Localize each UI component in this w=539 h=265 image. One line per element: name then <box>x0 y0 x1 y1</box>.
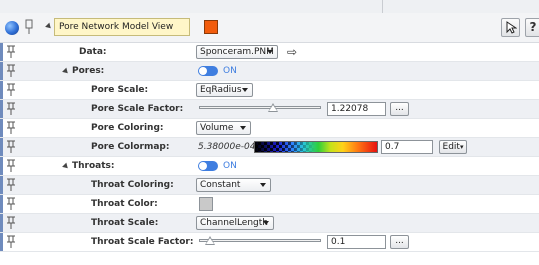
row-pore-scale-factor: Pore Scale Factor: 1.22078 ... <box>0 100 539 119</box>
row-gutter <box>0 43 3 61</box>
pin-icon[interactable] <box>6 235 16 249</box>
throat-scale-factor-slider-thumb[interactable] <box>205 236 215 245</box>
pore-scale-factor-label: Pore Scale Factor: <box>91 104 184 114</box>
throat-scale-factor-input[interactable]: 0.1 <box>327 235 386 249</box>
colormap-max-input[interactable]: 0.7 <box>381 140 433 154</box>
collapse-triangle-icon[interactable] <box>62 162 70 171</box>
chevron-down-icon: ▾ <box>459 143 464 151</box>
row-throat-color: Throat Color: <box>0 195 539 214</box>
row-pore-colormap: Pore Colormap: 5.38000e-04 0.7 Edit▾ <box>0 138 539 157</box>
row-gutter <box>0 176 3 194</box>
globe-icon[interactable] <box>5 21 19 35</box>
pore-coloring-select[interactable]: Volume <box>196 121 251 135</box>
pore-colormap-label: Pore Colormap: <box>91 142 170 152</box>
throat-scale-value: ChannelLength <box>200 218 268 228</box>
row-gutter <box>0 157 3 175</box>
pin-icon[interactable] <box>6 83 16 97</box>
chevron-down-icon <box>242 88 248 92</box>
pin-icon[interactable] <box>6 121 16 135</box>
help-icon[interactable]: ? <box>525 18 539 37</box>
data-select[interactable]: Sponceram.PNM <box>196 45 278 59</box>
collapse-triangle-icon[interactable] <box>45 22 53 31</box>
throat-coloring-select[interactable]: Constant <box>196 178 271 192</box>
throat-scale-factor-more-button[interactable]: ... <box>390 235 409 249</box>
pin-icon[interactable] <box>6 64 16 78</box>
pin-icon[interactable] <box>6 197 16 211</box>
row-throats: Throats: ON <box>0 157 539 176</box>
property-list: Data: Sponceram.PNM ⇨ Pores: ON Pore Sca… <box>0 43 539 252</box>
row-gutter <box>0 119 3 137</box>
chevron-down-icon <box>267 50 273 54</box>
throats-toggle-text: ON <box>223 161 237 171</box>
data-label: Data: <box>79 47 107 57</box>
row-gutter <box>0 138 3 156</box>
pores-toggle[interactable] <box>198 66 218 76</box>
chevron-down-icon <box>260 183 266 187</box>
row-pore-scale: Pore Scale: EqRadius <box>0 81 539 100</box>
row-gutter <box>0 233 3 251</box>
row-gutter <box>0 195 3 213</box>
colormap-bar[interactable] <box>254 141 378 153</box>
colormap-edit-label: Edit <box>442 142 460 152</box>
pores-label: Pores: <box>72 66 105 76</box>
pore-scale-label: Pore Scale: <box>91 85 149 95</box>
module-title[interactable]: Pore Network Model View <box>54 18 190 36</box>
row-pores: Pores: ON <box>0 62 539 81</box>
toggle-knob <box>199 67 207 75</box>
pin-icon[interactable] <box>6 140 16 154</box>
chevron-down-icon <box>263 221 269 225</box>
throat-scale-factor-label: Throat Scale Factor: <box>91 237 194 247</box>
cursor-icon[interactable] <box>501 18 520 37</box>
pin-icon[interactable] <box>6 102 16 116</box>
row-throat-scale-factor: Throat Scale Factor: 0.1 ... <box>0 233 539 252</box>
colormap-checker <box>255 142 315 152</box>
pin-icon[interactable] <box>24 19 34 35</box>
pore-coloring-value: Volume <box>200 123 234 133</box>
throat-color-label: Throat Color: <box>91 199 158 209</box>
pores-toggle-text: ON <box>223 66 237 76</box>
column-divider <box>382 0 383 13</box>
throats-label: Throats: <box>72 161 115 171</box>
row-gutter <box>0 62 3 80</box>
throat-scale-label: Throat Scale: <box>91 218 159 228</box>
row-throat-scale: Throat Scale: ChannelLength <box>0 214 539 233</box>
module-color-swatch[interactable] <box>204 20 218 34</box>
pin-icon[interactable] <box>6 178 16 192</box>
row-throat-coloring: Throat Coloring: Constant <box>0 176 539 195</box>
throat-scale-factor-slider[interactable] <box>199 239 321 242</box>
pore-scale-value: EqRadius <box>200 85 242 95</box>
pin-icon[interactable] <box>6 159 16 173</box>
chevron-down-icon <box>240 126 246 130</box>
top-strip <box>0 0 539 14</box>
throat-color-swatch[interactable] <box>199 197 213 211</box>
pore-scale-factor-input[interactable]: 1.22078 <box>327 102 386 116</box>
data-select-value: Sponceram.PNM <box>200 47 274 57</box>
pin-icon[interactable] <box>6 216 16 230</box>
colormap-edit-button[interactable]: Edit▾ <box>439 140 467 154</box>
throat-coloring-label: Throat Coloring: <box>91 180 174 190</box>
colormap-min-value[interactable]: 5.38000e-04 <box>198 138 255 156</box>
throat-coloring-value: Constant <box>200 180 241 190</box>
row-pore-coloring: Pore Coloring: Volume <box>0 119 539 138</box>
pore-coloring-label: Pore Coloring: <box>91 123 164 133</box>
pore-scale-factor-slider-thumb[interactable] <box>268 103 278 112</box>
pore-scale-factor-more-button[interactable]: ... <box>390 102 409 116</box>
pore-scale-select[interactable]: EqRadius <box>196 83 253 97</box>
toggle-knob <box>199 162 207 170</box>
row-data: Data: Sponceram.PNM ⇨ <box>0 43 539 62</box>
throats-toggle[interactable] <box>198 161 218 171</box>
collapse-triangle-icon[interactable] <box>62 67 70 76</box>
row-gutter <box>0 81 3 99</box>
arrow-right-icon[interactable]: ⇨ <box>287 43 297 61</box>
module-header: Pore Network Model View ? <box>0 13 539 43</box>
throat-scale-select[interactable]: ChannelLength <box>196 216 274 230</box>
row-gutter <box>0 100 3 118</box>
pin-icon[interactable] <box>6 45 16 59</box>
row-gutter <box>0 214 3 232</box>
pore-scale-factor-slider[interactable] <box>199 106 321 109</box>
